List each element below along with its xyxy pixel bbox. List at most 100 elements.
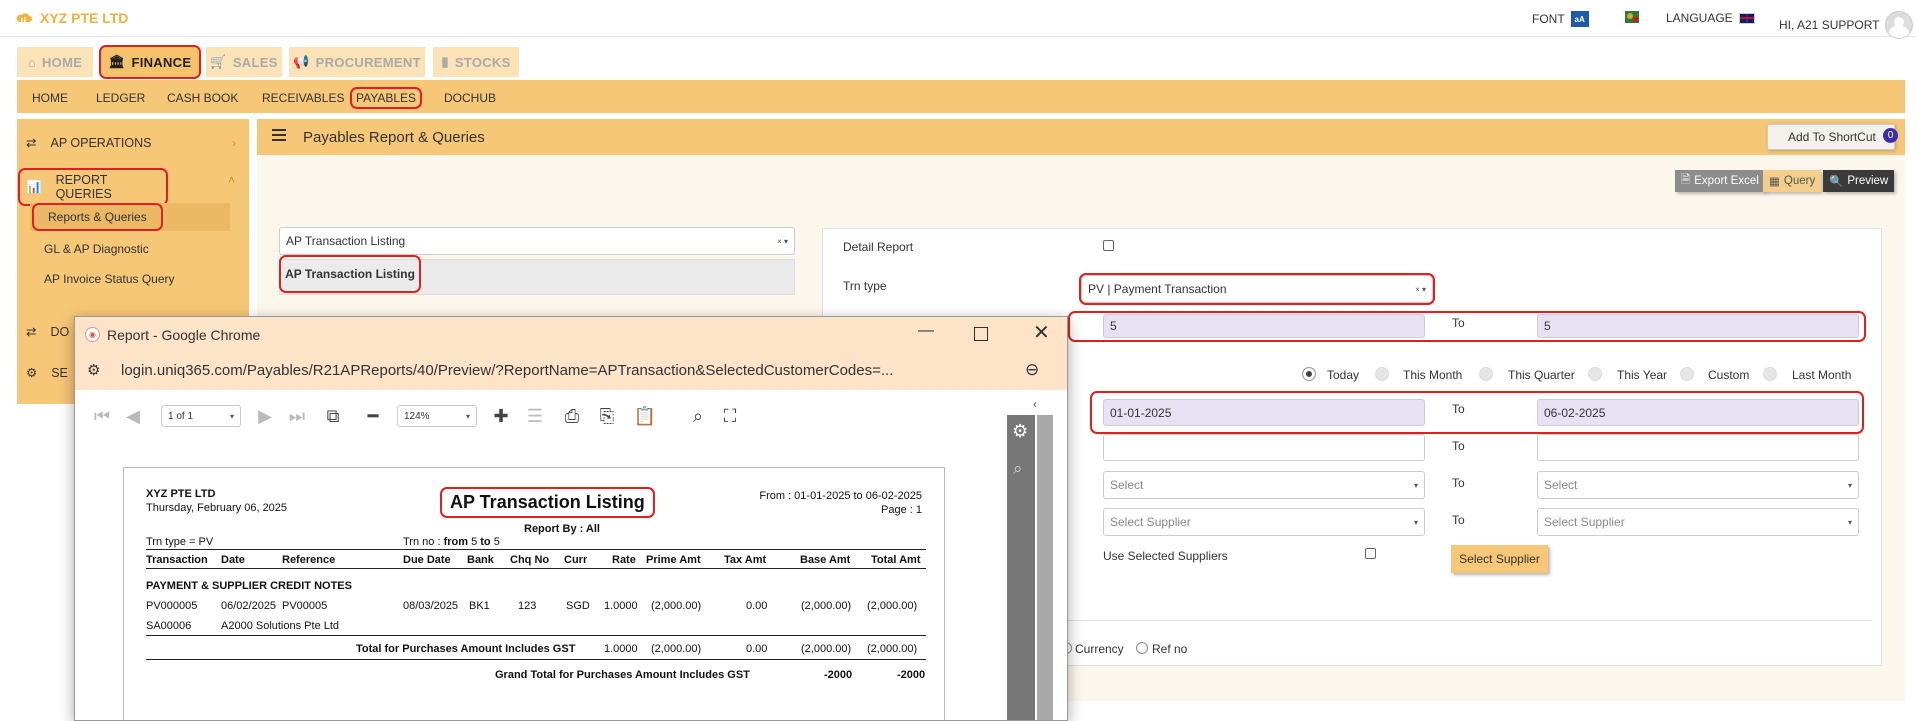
row-cell: 0.00 [746, 600, 768, 612]
radio-this-year[interactable] [1588, 367, 1602, 381]
row-cell: PV000005 [146, 600, 198, 612]
filter-from-input[interactable] [1103, 434, 1425, 461]
detail-report-checkbox[interactable] [1103, 240, 1114, 251]
sidebar-sub-reports-queries[interactable]: Reports & Queries [32, 203, 163, 231]
zoom-select[interactable]: 124% ▾ [397, 405, 477, 427]
radio-last-month[interactable] [1763, 367, 1777, 381]
tab-sales[interactable]: 🛒 SALES [206, 47, 282, 77]
tab-stocks[interactable]: ▮ STOCKS [433, 47, 519, 77]
col-header: Bank [467, 554, 494, 566]
export-icon[interactable]: 📋 [633, 404, 657, 428]
subnav-dochub[interactable]: DOCHUB [440, 89, 500, 107]
use-selected-suppliers-checkbox[interactable] [1365, 548, 1376, 559]
radio-today[interactable] [1302, 367, 1316, 381]
export-excel-button[interactable]: 🗎 Export Excel [1675, 170, 1765, 192]
query-button[interactable]: ▦ Query [1763, 170, 1822, 192]
theme-icon[interactable] [1624, 9, 1640, 25]
maximize-icon[interactable] [974, 327, 988, 341]
trn-no-from-input[interactable]: 5 [1103, 314, 1425, 338]
search-panel-icon[interactable]: ⌕ [1013, 459, 1023, 479]
collapse-chevron-icon[interactable]: ‹ [1033, 397, 1037, 411]
popup-url[interactable]: login.uniq365.com/Payables/R21APReports/… [121, 362, 893, 379]
vertical-scrollbar[interactable] [1037, 415, 1053, 720]
to-label: To [1452, 316, 1465, 330]
date-from-input[interactable]: 01-01-2025 [1103, 399, 1425, 426]
row-cell: (2,000.00) [801, 600, 852, 612]
sidebar-item-report-queries[interactable]: 📊 REPORT QUERIES [18, 168, 168, 206]
settings-gear-icon[interactable]: ⚙ [1012, 421, 1028, 442]
close-icon[interactable]: ✕ [1033, 320, 1050, 345]
total-cell: (2,000.00) [651, 643, 702, 655]
toolbar-area [257, 155, 1905, 211]
menu-icon[interactable] [272, 129, 286, 141]
print-page-icon[interactable]: ⎘ [595, 404, 619, 428]
trn-type-select[interactable]: PV | Payment Transaction × ▾ [1079, 273, 1435, 305]
page-select[interactable]: 1 of 1 ▾ [161, 405, 241, 427]
report-option-ap-transaction-listing[interactable]: AP Transaction Listing [279, 255, 421, 293]
filter-to-input[interactable] [1537, 434, 1859, 461]
sidebar-item-ap-operations[interactable]: ⇄ AP OPERATIONS › [20, 132, 242, 153]
zoom-icon[interactable]: ⊖ [1025, 360, 1039, 380]
cart-icon: 🛒 [210, 54, 227, 69]
caret-down-icon: ▾ [1847, 518, 1852, 527]
user-menu[interactable]: HI, A21 SUPPORT [1779, 11, 1914, 39]
report-popup-window[interactable]: ◉ Report - Google Chrome — ✕ ⚙ login.uni… [74, 316, 1068, 721]
supplier-from-select[interactable]: Select Supplier ▾ [1103, 508, 1425, 536]
search-icon[interactable]: ⌕ [686, 404, 710, 428]
page-layout-icon[interactable]: ⧉ [321, 404, 345, 428]
to-label: To [1452, 402, 1465, 416]
avatar[interactable] [1885, 11, 1914, 39]
gears-icon: ⚙ [26, 366, 38, 380]
preview-button[interactable]: 🔍 Preview [1823, 170, 1895, 192]
next-page-icon[interactable]: ▶ [253, 404, 277, 428]
subnav-home[interactable]: HOME [28, 89, 72, 107]
zoom-out-icon[interactable]: ━ [361, 404, 385, 428]
language-selector[interactable]: LANGUAGE [1666, 11, 1755, 25]
total-label: Total for Purchases Amount Includes GST [356, 643, 576, 655]
add-to-shortcut-button[interactable]: Add To ShortCut 0 [1767, 124, 1898, 150]
caret-down-icon: ▾ [1847, 481, 1852, 490]
grand-total-cell: -2000 [897, 669, 926, 681]
minimize-icon[interactable]: — [918, 322, 934, 340]
sidebar-sub-ap-invoice-status[interactable]: AP Invoice Status Query [30, 267, 189, 291]
tab-home[interactable]: ⌂ HOME [17, 47, 93, 77]
subnav-cash-book[interactable]: CASH BOOK [163, 89, 242, 107]
radio-this-month[interactable] [1375, 367, 1389, 381]
subnav-receivables[interactable]: RECEIVABLES [258, 89, 348, 107]
sidebar-item-dochub[interactable]: ⇄ DO [20, 321, 75, 342]
subnav-payables[interactable]: PAYABLES [349, 87, 423, 109]
date-to-input[interactable]: 06-02-2025 [1537, 399, 1859, 426]
subnav-ledger[interactable]: LEDGER [92, 89, 149, 107]
search-icon: 🔍 [1829, 176, 1844, 188]
select-to[interactable]: Select ▾ [1537, 471, 1859, 499]
table-icon: ▦ [1769, 176, 1780, 188]
radio-custom[interactable] [1680, 367, 1694, 381]
radio-this-quarter[interactable] [1479, 367, 1493, 381]
zoom-in-icon[interactable]: ✚ [489, 404, 513, 428]
fullscreen-icon[interactable]: ⛶ [718, 404, 742, 428]
print-icon[interactable]: ⎙ [560, 404, 584, 428]
clear-caret-icon: × ▾ [777, 237, 788, 246]
report-select[interactable]: AP Transaction Listing × ▾ [279, 227, 795, 255]
col-header: Tax Amt [724, 554, 767, 566]
tab-finance[interactable]: 🏛 FINANCE [99, 45, 201, 79]
parameters-icon[interactable]: ☰ [523, 404, 547, 428]
radio-this-month-label: This Month [1403, 368, 1463, 382]
brand[interactable]: XYZ PTE LTD [16, 10, 128, 26]
main-header [257, 119, 1905, 155]
sidebar-item-settings[interactable]: ⚙ SE [20, 362, 74, 383]
font-selector[interactable]: FONT aA [1532, 11, 1589, 27]
trn-no-to-input[interactable]: 5 [1537, 314, 1859, 338]
grand-total-label: Grand Total for Purchases Amount Include… [495, 669, 750, 681]
radio-sort-refno[interactable] [1136, 642, 1148, 654]
select-from[interactable]: Select ▾ [1103, 471, 1425, 499]
select-supplier-button[interactable]: Select Supplier [1451, 545, 1548, 573]
last-page-icon[interactable]: ⏭ [285, 404, 309, 428]
sidebar-sub-gl-ap-diagnostic[interactable]: GL & AP Diagnostic [30, 237, 163, 261]
first-page-icon[interactable]: ⏮ [90, 404, 114, 428]
to-label: To [1452, 513, 1465, 527]
prev-page-icon[interactable]: ◀ [121, 404, 145, 428]
tab-procurement[interactable]: 📢 PROCUREMENT [289, 47, 425, 77]
supplier-to-select[interactable]: Select Supplier ▾ [1537, 508, 1859, 536]
site-settings-icon[interactable]: ⚙ [87, 361, 100, 379]
